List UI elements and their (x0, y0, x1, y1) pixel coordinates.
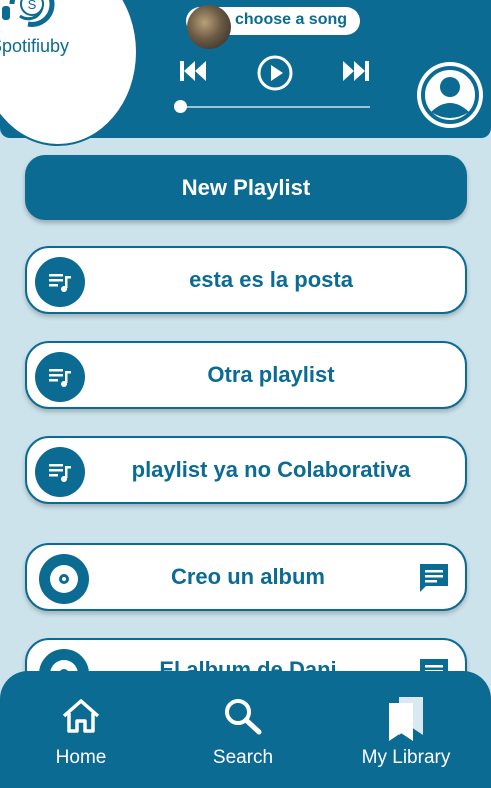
album-item[interactable]: Creo un album (25, 543, 467, 611)
progress-track[interactable] (180, 106, 370, 108)
brand-name: Spotifiuby (0, 36, 70, 56)
play-icon[interactable] (256, 54, 294, 92)
playlist-music-icon (49, 274, 71, 292)
playlist-item[interactable]: playlist ya no Colaborativa (25, 436, 467, 504)
home-icon (62, 699, 100, 733)
nav-search[interactable]: Search (173, 671, 313, 788)
playlist-title: Otra playlist (207, 362, 335, 387)
now-playing-chip[interactable]: choose a song (186, 5, 360, 49)
search-icon (225, 699, 262, 735)
playlist-music-icon (49, 464, 71, 482)
playlist-icon-badge (35, 352, 85, 402)
logo-badge: S Spotifiuby (0, 0, 138, 146)
nav-home[interactable]: Home (11, 671, 151, 788)
playlist-icon-badge (35, 447, 85, 497)
playlist-item[interactable]: Otra playlist (25, 341, 467, 409)
library-icon (389, 697, 423, 741)
nav-search-label: Search (212, 747, 274, 768)
progress-knob[interactable] (174, 100, 187, 113)
playlist-icon-badge (35, 257, 85, 307)
nav-home-label: Home (55, 747, 107, 768)
chat-icon[interactable] (417, 561, 451, 595)
album-title: Creo un album (170, 564, 325, 589)
new-playlist-button[interactable]: New Playlist (25, 155, 467, 220)
album-disc-icon (50, 565, 78, 593)
current-song-label: choose a song (235, 11, 348, 28)
svg-text:S: S (28, 0, 37, 12)
skip-previous-icon[interactable] (179, 58, 207, 84)
song-thumbnail (187, 5, 231, 49)
nav-library-label: My Library (361, 747, 451, 768)
playlist-item[interactable]: esta es la posta (25, 246, 467, 314)
bottom-nav: Home Search My Library (0, 671, 491, 788)
profile-avatar-icon[interactable] (415, 60, 485, 130)
spotifiuby-logo-icon: S (2, 0, 55, 27)
header: S Spotifiuby choose a song (0, 0, 491, 146)
album-icon-badge (39, 554, 89, 604)
nav-library[interactable]: My Library (336, 671, 476, 788)
skip-next-icon[interactable] (342, 58, 370, 84)
playlist-title: playlist ya no Colaborativa (131, 457, 411, 482)
playlist-music-icon (49, 369, 71, 387)
playlist-title: esta es la posta (189, 267, 353, 292)
